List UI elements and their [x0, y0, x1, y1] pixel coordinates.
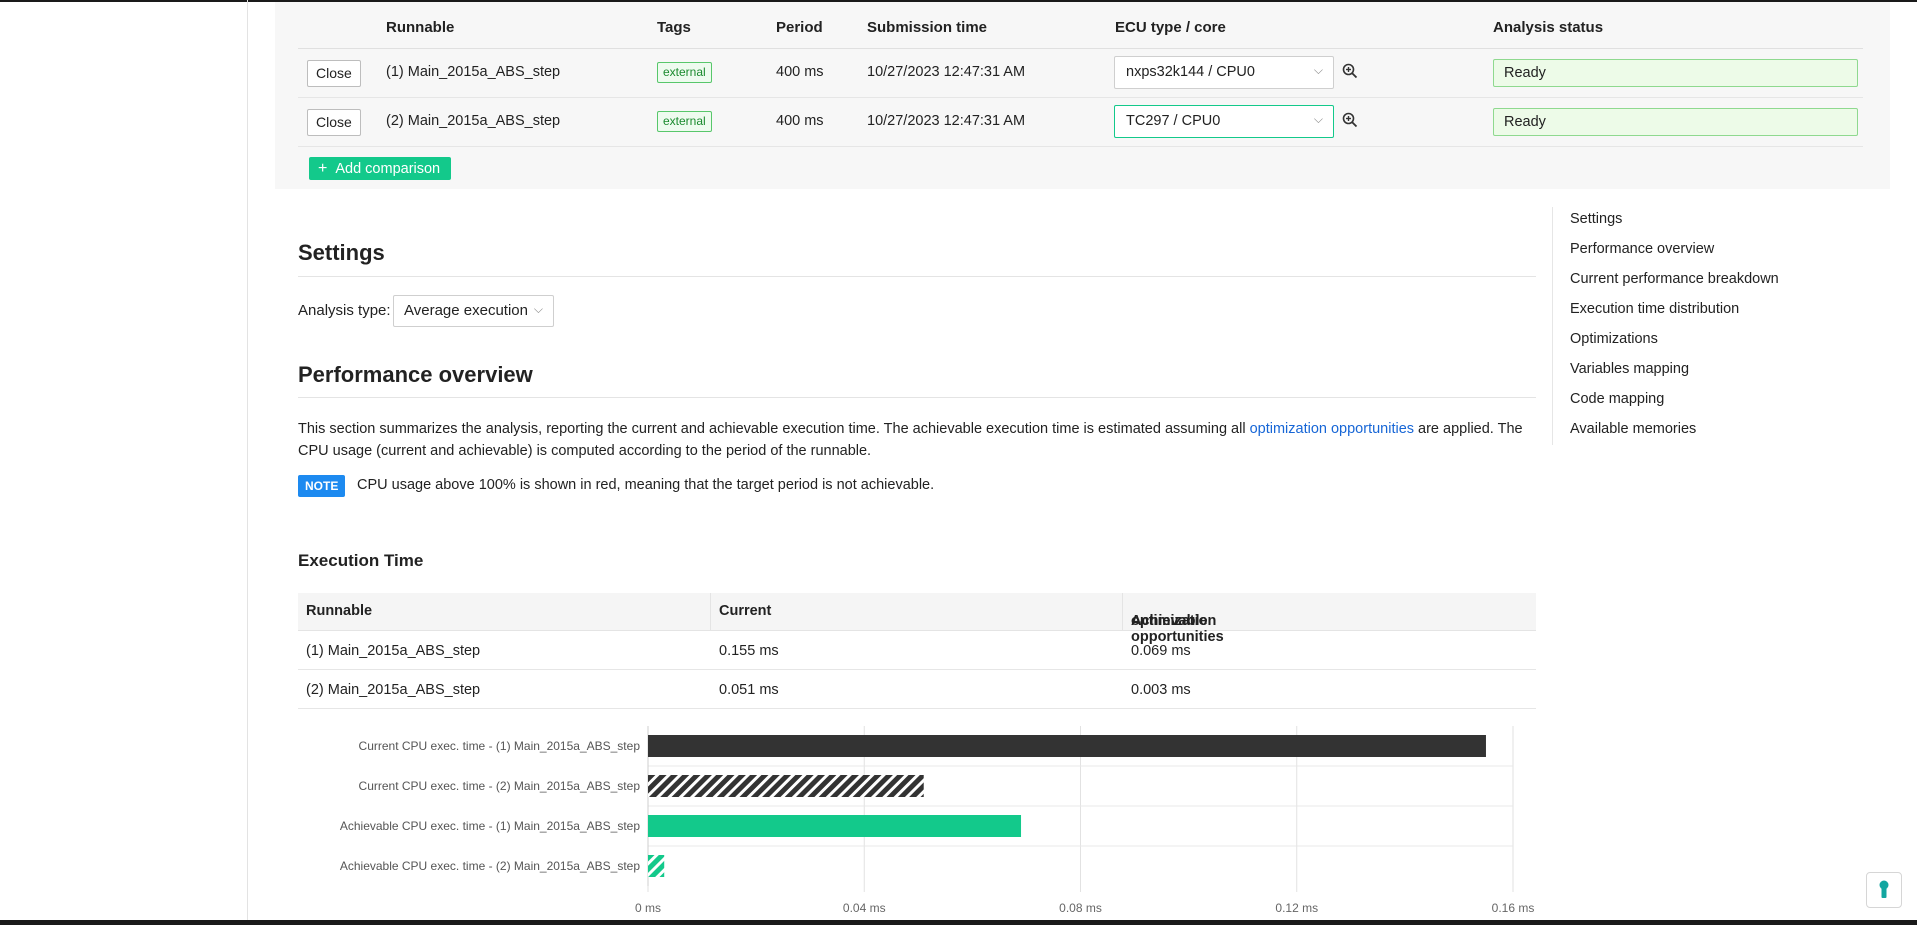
chevron-down-icon: ⌵ — [533, 302, 543, 316]
x-tick-label: 0.12 ms — [1275, 901, 1318, 915]
overview-description: This section summarizes the analysis, re… — [298, 418, 1536, 462]
note-text: CPU usage above 100% is shown in red, me… — [357, 477, 935, 493]
col-runnable: Runnable — [306, 603, 373, 619]
overview-text-start: This section summarizes the analysis, re… — [298, 421, 1250, 437]
status-text: Ready — [1504, 65, 1546, 81]
chevron-down-icon: ⌵ — [1313, 112, 1323, 126]
period-value: 400 ms — [776, 113, 824, 129]
achievable-value: 0.069 ms — [1131, 643, 1191, 659]
analysis-type-select[interactable]: Average execution ⌵ — [393, 295, 554, 327]
add-comparison-label: Add comparison — [335, 161, 441, 177]
runnable-name: (1) Main_2015a_ABS_step — [306, 643, 481, 659]
runnable-name: (1) Main_2015a_ABS_step — [386, 64, 561, 80]
window-bottom-edge — [0, 920, 1917, 925]
divider — [298, 276, 1536, 277]
toc-execution-time-distribution[interactable]: Execution time distribution — [1570, 301, 1739, 317]
close-button[interactable]: Close — [307, 109, 361, 136]
col-ecu: ECU type / core — [1115, 19, 1226, 36]
zoom-in-icon[interactable] — [1342, 63, 1358, 79]
toc-settings[interactable]: Settings — [1570, 211, 1622, 227]
toc-performance-overview[interactable]: Performance overview — [1570, 241, 1714, 257]
x-tick-label: 0.08 ms — [1059, 901, 1102, 915]
ecu-select-value: nxps32k144 / CPU0 — [1126, 64, 1255, 80]
close-button[interactable]: Close — [307, 60, 361, 87]
current-value: 0.051 ms — [719, 682, 779, 698]
current-value: 0.155 ms — [719, 643, 779, 659]
table-of-contents: Settings Performance overview Current pe… — [1552, 207, 1779, 445]
zoom-in-icon[interactable] — [1342, 112, 1358, 128]
execution-time-heading: Execution Time — [298, 551, 424, 570]
category-label: Achievable CPU exec. time - (2) Main_201… — [340, 859, 640, 873]
bar — [648, 815, 1022, 837]
bar — [648, 775, 924, 797]
bar — [648, 735, 1486, 757]
toc-available-memories[interactable]: Available memories — [1570, 421, 1696, 437]
divider — [298, 397, 1536, 398]
optimization-opportunities-link[interactable]: optimization opportunities — [1250, 421, 1414, 437]
ecu-select-value: TC297 / CPU0 — [1126, 113, 1221, 129]
col-period: Period — [776, 19, 823, 36]
left-sidebar-border — [247, 0, 248, 920]
column-separator — [710, 593, 711, 630]
add-comparison-button[interactable]: + Add comparison — [309, 157, 452, 180]
table-row: Close (1) Main_2015a_ABS_step external 4… — [298, 49, 1863, 98]
tag-badge: external — [657, 111, 712, 132]
x-tick-label: 0 ms — [635, 901, 661, 915]
execution-time-table-header: Runnable Current Achievable → optimizati… — [298, 593, 1536, 645]
x-tick-label: 0.16 ms — [1492, 901, 1535, 915]
performance-overview-heading: Performance overview — [298, 362, 533, 387]
tag-badge: external — [657, 62, 712, 83]
x-tick-label: 0.04 ms — [843, 901, 886, 915]
analysis-type-label: Analysis type: — [298, 302, 391, 319]
toc-code-mapping[interactable]: Code mapping — [1570, 391, 1664, 407]
submission-time: 10/27/2023 12:47:31 AM — [867, 64, 1026, 80]
col-tags: Tags — [657, 19, 691, 36]
status-badge: Ready — [1493, 59, 1858, 87]
toc-optimizations[interactable]: Optimizations — [1570, 331, 1658, 347]
ecu-select[interactable]: nxps32k144 / CPU0 ⌵ — [1114, 56, 1334, 89]
category-label: Current CPU exec. time - (1) Main_2015a_… — [359, 739, 641, 753]
achievable-value: 0.003 ms — [1131, 682, 1191, 698]
help-icon — [1879, 880, 1889, 898]
toc-variables-mapping[interactable]: Variables mapping — [1570, 361, 1689, 377]
execution-time-chart: 0 ms 0.04 ms 0.08 ms 0.12 ms 0.16 ms Current … — [340, 726, 1535, 915]
table-row: Close (2) Main_2015a_ABS_step external 4… — [298, 98, 1863, 147]
table-row: (2) Main_2015a_ABS_step 0.051 ms 0.003 m… — [298, 670, 1536, 709]
col-submission-time: Submission time — [867, 19, 988, 36]
bar — [648, 855, 665, 877]
runnable-name: (2) Main_2015a_ABS_step — [386, 113, 561, 129]
submission-time: 10/27/2023 12:47:31 AM — [867, 113, 1026, 129]
plus-icon: + — [318, 160, 328, 177]
settings-heading: Settings — [298, 240, 385, 265]
runnable-name: (2) Main_2015a_ABS_step — [306, 682, 481, 698]
toc-current-performance-breakdown[interactable]: Current performance breakdown — [1570, 271, 1779, 287]
analysis-type-value: Average execution — [404, 302, 528, 319]
column-separator — [1122, 593, 1123, 630]
col-current: Current — [719, 603, 772, 619]
category-label: Achievable CPU exec. time - (1) Main_201… — [340, 819, 640, 833]
col-analysis-status: Analysis status — [1493, 19, 1604, 36]
status-text: Ready — [1504, 114, 1546, 130]
ecu-select[interactable]: TC297 / CPU0 ⌵ — [1114, 105, 1334, 138]
col-runnable: Runnable — [386, 19, 455, 36]
chevron-down-icon: ⌵ — [1313, 63, 1323, 77]
category-label: Current CPU exec. time - (2) Main_2015a_… — [359, 779, 641, 793]
note-badge: NOTE — [298, 475, 346, 497]
table-row: (1) Main_2015a_ABS_step 0.155 ms 0.069 m… — [298, 631, 1536, 670]
status-badge: Ready — [1493, 108, 1858, 136]
help-button[interactable] — [1866, 872, 1902, 908]
comparison-table-header: Runnable Tags Period Submission time ECU… — [298, 12, 1863, 49]
period-value: 400 ms — [776, 64, 824, 80]
